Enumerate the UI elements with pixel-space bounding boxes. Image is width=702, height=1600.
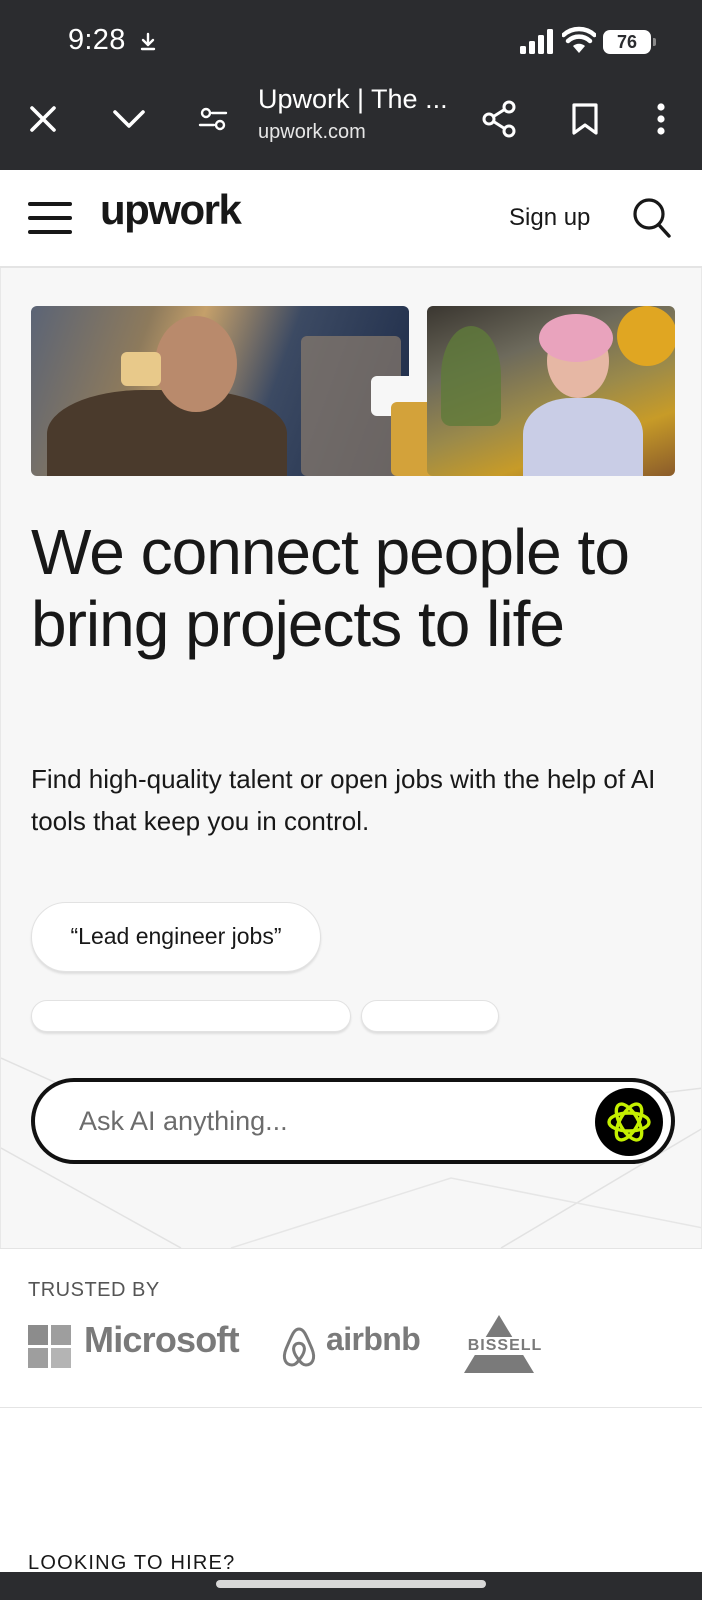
- ask-ai-submit-button[interactable]: [595, 1088, 663, 1156]
- hero-headline: We connect people to bring projects to l…: [31, 516, 630, 660]
- search-icon[interactable]: [632, 196, 672, 240]
- address-bar[interactable]: Upwork | The ... upwork.com: [258, 84, 458, 144]
- microsoft-logo-icon: [28, 1325, 71, 1368]
- signal-icon: [520, 29, 553, 54]
- site-header: upwork Sign up: [0, 170, 702, 268]
- hero-subhead: Find high-quality talent or open jobs wi…: [31, 764, 656, 836]
- trusted-by-label: TRUSTED BY: [28, 1279, 160, 1301]
- upwork-logo[interactable]: upwork: [100, 186, 242, 234]
- close-tab-button[interactable]: [20, 96, 66, 142]
- status-time: 9:28: [68, 24, 126, 56]
- bookmark-icon: [572, 103, 598, 135]
- suggestion-chip[interactable]: “Lead engineer jobs”: [31, 902, 321, 972]
- bissell-logo-text: BISSELL: [462, 1337, 548, 1355]
- close-icon: [30, 106, 56, 132]
- download-icon: [140, 32, 156, 51]
- share-icon: [482, 100, 516, 138]
- page-title: Upwork | The ...: [258, 84, 448, 114]
- wifi-icon: [562, 26, 596, 53]
- url-host: upwork.com: [258, 121, 366, 143]
- more-options-button[interactable]: [638, 94, 684, 144]
- ai-sparkle-icon: [607, 1102, 651, 1142]
- ask-ai-input[interactable]: Ask AI anything...: [31, 1078, 675, 1164]
- chevron-down-icon: [113, 110, 145, 128]
- hero-photo-woman: [427, 306, 675, 476]
- bookmark-button[interactable]: [562, 94, 608, 144]
- home-gesture-handle[interactable]: [216, 1580, 486, 1588]
- site-settings-button[interactable]: [190, 96, 236, 142]
- airbnb-logo-text: airbnb: [326, 1321, 421, 1357]
- hamburger-menu-icon[interactable]: [28, 198, 72, 238]
- tune-icon: [198, 107, 228, 131]
- battery-icon: 76: [603, 30, 656, 54]
- trusted-by-section: TRUSTED BY Microsoft airbnb BISSELL: [0, 1248, 702, 1408]
- microsoft-logo-text: Microsoft: [84, 1319, 240, 1360]
- hero-section: We connect people to bring projects to l…: [0, 268, 702, 1248]
- airbnb-logo-icon: [282, 1327, 316, 1367]
- browser-chrome: 9:28 76 Upwork | The ... upwork.com: [0, 0, 702, 170]
- system-nav-bar: [0, 1572, 702, 1600]
- sign-up-link[interactable]: Sign up: [509, 204, 590, 232]
- ask-ai-placeholder: Ask AI anything...: [79, 1106, 288, 1136]
- hero-photo-man: [31, 306, 409, 476]
- share-button[interactable]: [474, 94, 524, 144]
- minimize-button[interactable]: [106, 96, 152, 142]
- more-vertical-icon: [657, 103, 665, 135]
